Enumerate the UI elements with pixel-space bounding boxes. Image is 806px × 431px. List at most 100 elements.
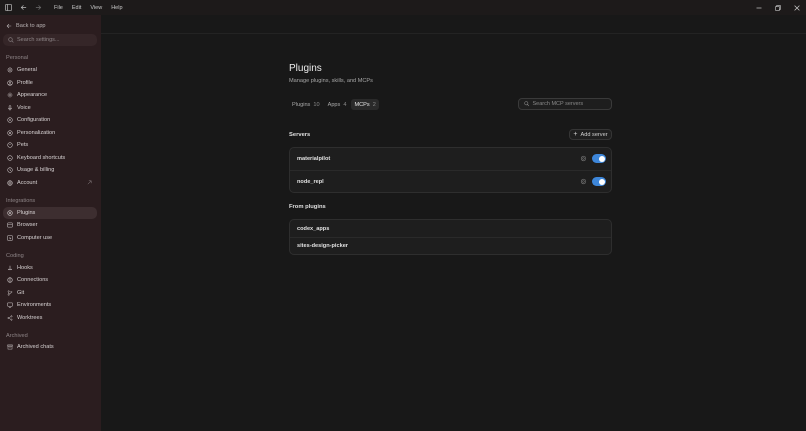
sidebar-item-label: Worktrees <box>17 314 43 321</box>
sun-icon <box>7 92 13 98</box>
servers-heading: Servers <box>289 132 311 138</box>
plugin-icon <box>7 209 13 216</box>
sliders-icon <box>7 117 13 123</box>
minimize-button[interactable] <box>749 0 768 15</box>
section-label-coding: Coding <box>6 253 24 259</box>
sidebar-item-plugins[interactable]: Plugins <box>3 206 97 219</box>
page-subtitle: Manage plugins, skills, and MCPs <box>289 78 373 84</box>
add-server-button[interactable]: + Add server <box>569 129 612 140</box>
menu-help[interactable]: Help <box>111 5 122 11</box>
sidebar-item-label: Usage & billing <box>17 167 55 173</box>
sidebar-item-label: Voice <box>17 104 31 111</box>
server-row-materialpilot: materialpilot <box>290 148 611 170</box>
gear-icon <box>7 67 13 73</box>
sidebar-item-general[interactable]: General <box>3 64 97 76</box>
sidebar-item-git[interactable]: Git <box>3 287 97 299</box>
sidebar-item-label: Profile <box>17 79 33 86</box>
tab-label: Apps <box>327 101 341 108</box>
section-label-integrations: Integrations <box>6 198 36 204</box>
main-panel: Plugins Manage plugins, skills, and MCPs… <box>101 15 806 431</box>
back-arrow-icon[interactable] <box>17 1 30 14</box>
sidebar-item-label: Pets <box>17 142 29 148</box>
sidebar-item-label: Appearance <box>17 92 48 98</box>
toggle-knob <box>598 155 605 162</box>
hook-icon <box>7 265 13 271</box>
mcp-search-input[interactable]: Search MCP servers <box>518 98 612 110</box>
sidebar-item-usage-billing[interactable]: Usage & billing <box>3 164 97 176</box>
title-bar: File Edit View Help <box>0 0 806 15</box>
server-enabled-toggle[interactable] <box>592 177 606 186</box>
server-name: materialpilot <box>297 156 331 162</box>
globe-icon <box>7 179 13 186</box>
tab-count: 10 <box>313 101 320 108</box>
sidebar-item-account[interactable]: Account <box>3 177 97 189</box>
sidebar-item-label: Archived chats <box>17 344 54 350</box>
header-divider <box>101 33 806 34</box>
section-label-personal: Personal <box>6 55 29 61</box>
server-name: node_repl <box>297 178 324 185</box>
forward-arrow-icon[interactable] <box>32 1 45 14</box>
personalization-icon <box>7 129 13 136</box>
sidebar-item-label: Account <box>17 179 38 186</box>
server-settings-gear-icon[interactable] <box>580 155 587 162</box>
sidebar-item-label: Keyboard shortcuts <box>17 154 66 161</box>
server-row-node-repl: node_repl <box>290 170 611 192</box>
clock-icon <box>7 167 13 173</box>
connections-globe-icon <box>7 277 13 283</box>
tab-label: Plugins <box>292 101 311 108</box>
sidebar-item-pets[interactable]: Pets <box>3 139 97 151</box>
sidebar-item-configuration[interactable]: Configuration <box>3 114 97 126</box>
search-icon <box>524 101 530 107</box>
tab-apps[interactable]: Apps 4 <box>325 99 350 110</box>
tab-count: 4 <box>343 101 347 108</box>
worktree-icon <box>7 314 13 321</box>
back-to-app-label: Back to app <box>16 22 46 29</box>
plugin-server-name: codex_apps <box>297 225 330 232</box>
arrow-left-icon <box>6 23 12 28</box>
plugin-tabs: Plugins 10 Apps 4 MCPs 2 <box>289 99 381 110</box>
close-button[interactable] <box>787 0 806 15</box>
menu-file[interactable]: File <box>54 5 63 11</box>
server-enabled-toggle[interactable] <box>592 154 606 163</box>
sidebar-item-profile[interactable]: Profile <box>3 77 97 89</box>
sidebar-item-voice[interactable]: Voice <box>3 102 97 114</box>
sidebar-item-personalization[interactable]: Personalization <box>3 127 97 139</box>
sidebar-item-label: Environments <box>17 302 52 308</box>
sidebar-item-keyboard-shortcuts[interactable]: Keyboard shortcuts <box>3 152 97 164</box>
archive-icon <box>7 344 13 350</box>
tab-plugins[interactable]: Plugins 10 <box>289 99 323 110</box>
sidebar-item-worktrees[interactable]: Worktrees <box>3 312 97 324</box>
sidebar-item-environments[interactable]: Environments <box>3 299 97 311</box>
sidebar-item-archived-chats[interactable]: Archived chats <box>3 341 97 353</box>
microphone-icon <box>7 104 13 111</box>
cursor-icon <box>7 234 13 241</box>
sidebar-item-label: General <box>17 67 37 73</box>
plugin-server-row-sites-design-picker[interactable]: sites-design-picker <box>290 237 611 254</box>
plugin-server-row-codex-apps[interactable]: codex_apps <box>290 220 611 237</box>
sidebar-item-computer-use[interactable]: Computer use <box>3 232 97 244</box>
menu-edit[interactable]: Edit <box>72 5 81 11</box>
search-icon <box>8 37 14 43</box>
tab-count: 2 <box>372 101 376 108</box>
sidebar-item-appearance[interactable]: Appearance <box>3 89 97 101</box>
back-to-app-link[interactable]: Back to app <box>6 21 46 30</box>
sidebar-item-connections[interactable]: Connections <box>3 274 97 286</box>
sidebar-item-hooks[interactable]: Hooks <box>3 262 97 274</box>
user-icon <box>7 79 13 86</box>
tab-label: MCPs <box>354 101 370 108</box>
browser-window-icon <box>7 222 13 228</box>
server-settings-gear-icon[interactable] <box>580 178 587 185</box>
sidebar-item-browser[interactable]: Browser <box>3 219 97 231</box>
plus-icon: + <box>573 131 578 138</box>
sidebar-item-label: Plugins <box>17 209 36 216</box>
settings-search-input[interactable]: Search settings... <box>3 34 97 46</box>
sidebar-toggle-icon[interactable] <box>2 1 15 14</box>
sidebar-item-label: Personalization <box>17 129 56 136</box>
menu-view[interactable]: View <box>90 5 102 11</box>
restore-button[interactable] <box>768 0 787 15</box>
add-server-label: Add server <box>580 131 608 138</box>
tab-mcps[interactable]: MCPs 2 <box>351 99 379 110</box>
plugin-server-name: sites-design-picker <box>297 243 348 249</box>
toggle-knob <box>598 178 605 185</box>
sidebar-item-label: Git <box>17 289 25 296</box>
